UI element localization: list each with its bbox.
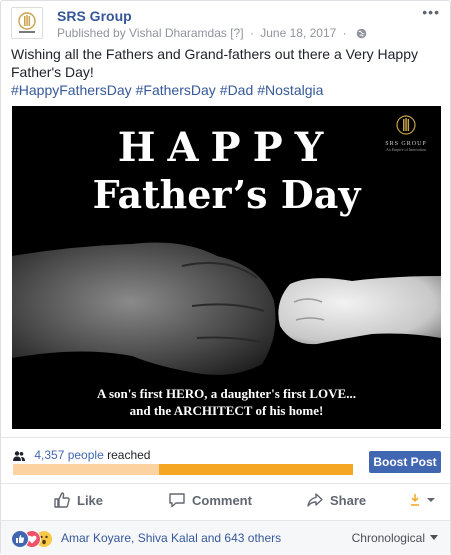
divider — [1, 483, 450, 484]
like-label: Like — [77, 493, 104, 508]
comment-button[interactable]: Comment — [168, 487, 252, 515]
reactions-footer: Amar Koyare, Shiva Kalal and 643 others … — [1, 520, 450, 555]
page-name-link[interactable]: SRS Group — [57, 8, 132, 24]
share-download-icon — [411, 494, 435, 506]
chevron-down-icon — [430, 535, 438, 540]
comment-label: Comment — [192, 493, 252, 508]
more-options-button[interactable]: ••• — [422, 5, 440, 19]
reach-organic-fill — [13, 464, 160, 475]
hashtags: #HappyFathersDay #FathersDay #Dad #Nostalgi… — [11, 81, 327, 99]
share-label: Share — [330, 493, 367, 508]
share-button[interactable]: Share — [306, 487, 366, 515]
post-header: SRS Group Published by Vishal Dharamdas … — [11, 5, 440, 41]
help-marker[interactable]: [?] — [230, 26, 243, 40]
share-arrow-icon — [307, 493, 323, 507]
people-icon — [13, 451, 25, 461]
photo-logo: SRS GROUP An Empire of Innovation — [383, 114, 429, 152]
meta-separator: · — [342, 26, 347, 40]
reach-progress-bar — [13, 464, 353, 475]
meta-separator: · — [249, 26, 254, 40]
hashtag-link[interactable]: #Nostalgia — [257, 82, 323, 98]
reactors-link[interactable]: Amar Koyare, Shiva Kalal and 643 others — [61, 531, 281, 545]
srs-logo-icon — [396, 115, 416, 135]
photo-title-fathers-day: Father’s Day — [92, 172, 361, 217]
post-photo[interactable]: HAPPY Father’s Day SRS GROUP An Empire o… — [12, 106, 441, 429]
post-date[interactable]: June 18, 2017 — [260, 26, 336, 40]
hashtag-link[interactable]: #Dad — [220, 82, 253, 98]
comment-sort-dropdown[interactable]: Chronological — [352, 531, 438, 545]
post-card: SRS Group Published by Vishal Dharamdas … — [0, 0, 451, 555]
reach-label: reached — [107, 448, 151, 462]
globe-icon[interactable] — [356, 28, 367, 39]
post-meta: Published by Vishal Dharamdas [?] · June… — [57, 26, 367, 40]
photo-title-happy: HAPPY — [117, 124, 336, 171]
like-button[interactable]: Like — [53, 487, 103, 515]
comment-icon — [169, 493, 185, 508]
boost-post-button[interactable]: Boost Post — [369, 451, 441, 473]
reach-count-link[interactable]: 4,357 people — [34, 448, 103, 462]
post-text: Wishing all the Fathers and Grand-father… — [11, 46, 418, 80]
avatar[interactable] — [11, 7, 43, 39]
srs-logo-icon — [18, 12, 36, 33]
divider — [1, 437, 450, 438]
photo-caption-line1: A son's first HERO, a daughter's first L… — [97, 386, 356, 401]
published-by: Published by Vishal Dharamdas — [57, 26, 227, 40]
comment-sort-label: Chronological — [351, 531, 425, 545]
photo-logo-tagline: An Empire of Innovation — [385, 147, 427, 152]
action-bar: Like Comment Share — [1, 487, 450, 515]
thumbs-up-icon — [54, 492, 70, 508]
like-icon — [11, 530, 29, 548]
hashtag-link[interactable]: #HappyFathersDay — [11, 82, 132, 98]
photo-caption: A son's first HERO, a daughter's first L… — [12, 385, 441, 419]
hashtag-link[interactable]: #FathersDay — [136, 82, 216, 98]
photo-caption-line2: and the ARCHITECT of his home! — [129, 403, 324, 418]
share-options-dropdown[interactable] — [410, 493, 436, 512]
reach-summary: 4,357 people reached — [13, 448, 150, 462]
